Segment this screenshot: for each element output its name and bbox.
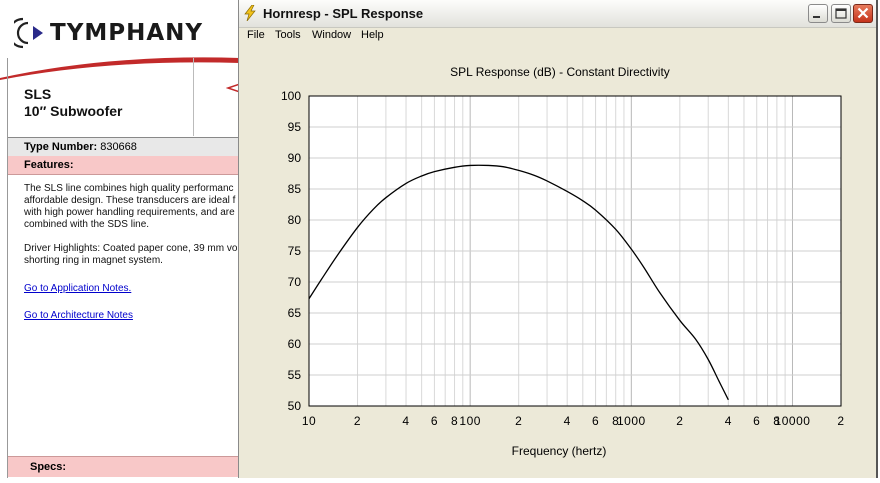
header-swoosh <box>0 57 240 80</box>
menu-tools[interactable]: Tools <box>275 29 301 41</box>
y-tick-label: 90 <box>288 151 302 165</box>
y-tick-label: 60 <box>288 337 302 351</box>
product-line: SLS <box>24 86 52 102</box>
x-tick-label: 10000 <box>775 414 811 428</box>
type-number-bar: Type Number: 830668 <box>8 137 240 157</box>
specs-label: Specs: <box>30 461 67 473</box>
y-tick-label: 75 <box>288 244 302 258</box>
hornresp-window: Hornresp - SPL Response File Tools Windo… <box>238 0 878 478</box>
x-tick-label: 4 <box>725 414 732 428</box>
features-line: The SLS line combines high quality perfo… <box>24 183 234 194</box>
menu-window[interactable]: Window <box>312 29 351 41</box>
x-tick-label: 2 <box>515 414 522 428</box>
close-button[interactable] <box>853 4 873 23</box>
plot-area: SPL Response (dB) - Constant Directivity… <box>240 46 876 478</box>
lightning-bolt-icon <box>244 5 256 21</box>
y-tick-label: 65 <box>288 306 302 320</box>
features-label: Features: <box>24 159 74 171</box>
features-line: with high power handling requirements, a… <box>24 207 235 218</box>
y-tick-label: 80 <box>288 213 302 227</box>
close-icon <box>857 7 869 19</box>
type-number-label: Type Number: <box>24 141 98 153</box>
product-description: 10″ Subwoofer <box>24 103 123 119</box>
features-paragraph: The SLS line combines high quality perfo… <box>24 183 244 231</box>
y-tick-label: 95 <box>288 120 302 134</box>
window-titlebar[interactable]: Hornresp - SPL Response <box>239 0 876 28</box>
x-tick-label: 10 <box>302 414 316 428</box>
x-tick-label: 2 <box>837 414 844 428</box>
minimize-button[interactable] <box>808 4 828 23</box>
x-tick-label: 6 <box>592 414 599 428</box>
specs-header: Specs: <box>8 456 240 477</box>
minimize-icon <box>813 16 820 18</box>
menu-file[interactable]: File <box>247 29 265 41</box>
menu-help[interactable]: Help <box>361 29 384 41</box>
highlights-line: Driver Highlights: Coated paper cone, 39… <box>24 243 238 254</box>
y-tick-label: 100 <box>281 89 301 103</box>
x-tick-label: 6 <box>753 414 760 428</box>
x-tick-label: 2 <box>354 414 361 428</box>
x-axis-ticks: 10 2 4 6 8 100 2 4 6 81000 2 4 6 810000 2 <box>302 414 844 428</box>
highlights-paragraph: Driver Highlights: Coated paper cone, 39… <box>24 243 244 267</box>
maximize-button[interactable] <box>831 4 851 23</box>
y-tick-label: 50 <box>288 399 302 413</box>
features-line: combined with the SDS line. <box>24 219 150 230</box>
features-text: The SLS line combines high quality perfo… <box>24 183 244 279</box>
highlights-line: shorting ring in magnet system. <box>24 255 163 266</box>
y-tick-label: 70 <box>288 275 302 289</box>
spl-response-chart: SPL Response (dB) - Constant Directivity… <box>281 65 844 458</box>
type-number-value: 830668 <box>100 141 137 153</box>
chart-title: SPL Response (dB) - Constant Directivity <box>450 65 670 79</box>
x-tick-label: 6 <box>431 414 438 428</box>
x-tick-label: 8 <box>451 414 458 428</box>
maximize-icon <box>835 8 847 19</box>
x-tick-label: 1000 <box>617 414 646 428</box>
features-line: affordable design. These transducers are… <box>24 195 236 206</box>
x-tick-label: 100 <box>459 414 481 428</box>
product-title: SLS 10″ Subwoofer <box>24 86 123 120</box>
x-tick-label: 4 <box>402 414 409 428</box>
page-left-rule <box>7 58 8 478</box>
x-axis-label: Frequency (hertz) <box>512 444 607 458</box>
y-tick-label: 85 <box>288 182 302 196</box>
y-axis-ticks: 100 95 90 85 80 75 70 65 60 55 50 <box>281 89 301 413</box>
logo-wordmark: TYMPHANY <box>50 20 204 46</box>
tymphany-logo: TYMPHANY <box>14 16 203 50</box>
y-tick-label: 55 <box>288 368 302 382</box>
architecture-notes-link[interactable]: Go to Architecture Notes <box>24 310 133 321</box>
title-separator <box>193 58 194 136</box>
tymphany-logo-icon <box>14 17 43 49</box>
features-header: Features: <box>8 156 240 175</box>
x-tick-label: 2 <box>676 414 683 428</box>
window-title: Hornresp - SPL Response <box>263 6 424 21</box>
application-notes-link[interactable]: Go to Application Notes. <box>24 283 131 294</box>
menu-bar: File Tools Window Help <box>239 27 876 46</box>
x-tick-label: 4 <box>564 414 571 428</box>
